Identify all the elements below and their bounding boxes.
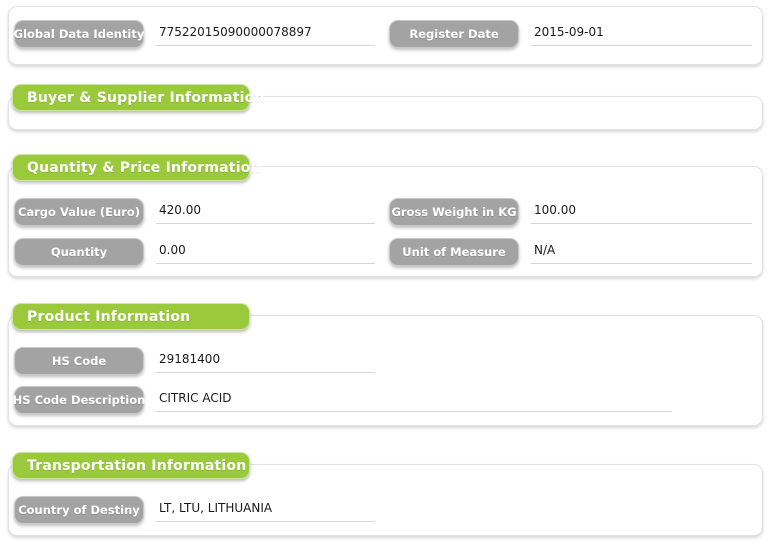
field-label-global-data-identity: Global Data Identity [14, 20, 144, 48]
section-header-quantity-price-information: Quantity & Price Information [12, 154, 260, 181]
field-label-gross-weight-in-kg: Gross Weight in KG [389, 198, 519, 226]
field-value-register-date[interactable]: 2015-09-01 [531, 19, 752, 46]
field-label-hs-code-description: HS Code Description [13, 386, 145, 414]
field-label-cargo-value-euro: Cargo Value (Euro) [14, 198, 144, 226]
field-label-hs-code: HS Code [14, 347, 144, 375]
section-header-transportation-information: Transportation Information [12, 452, 250, 479]
field-label-country-of-destiny: Country of Destiny [14, 496, 144, 524]
field-value-unit-of-measure[interactable]: N/A [531, 237, 752, 264]
field-value-country-of-destiny[interactable]: LT, LTU, LITHUANIA [156, 495, 375, 522]
field-label-register-date: Register Date [389, 20, 519, 48]
field-value-gross-weight-in-kg[interactable]: 100.00 [531, 197, 752, 224]
field-label-quantity: Quantity [14, 238, 144, 266]
field-label-unit-of-measure: Unit of Measure [389, 238, 519, 266]
customs-record-detail-page: Global Data Identity 7752201509000007889… [0, 0, 773, 551]
field-value-hs-code[interactable]: 29181400 [156, 346, 375, 373]
field-value-hs-code-description[interactable]: CITRIC ACID [156, 385, 672, 412]
field-value-cargo-value-euro[interactable]: 420.00 [156, 197, 375, 224]
field-value-quantity[interactable]: 0.00 [156, 237, 375, 264]
section-header-product-information: Product Information [12, 303, 250, 330]
field-value-global-data-identity[interactable]: 77522015090000078897 [156, 19, 375, 46]
section-header-buyer-supplier-information: Buyer & Supplier Information [12, 84, 264, 111]
